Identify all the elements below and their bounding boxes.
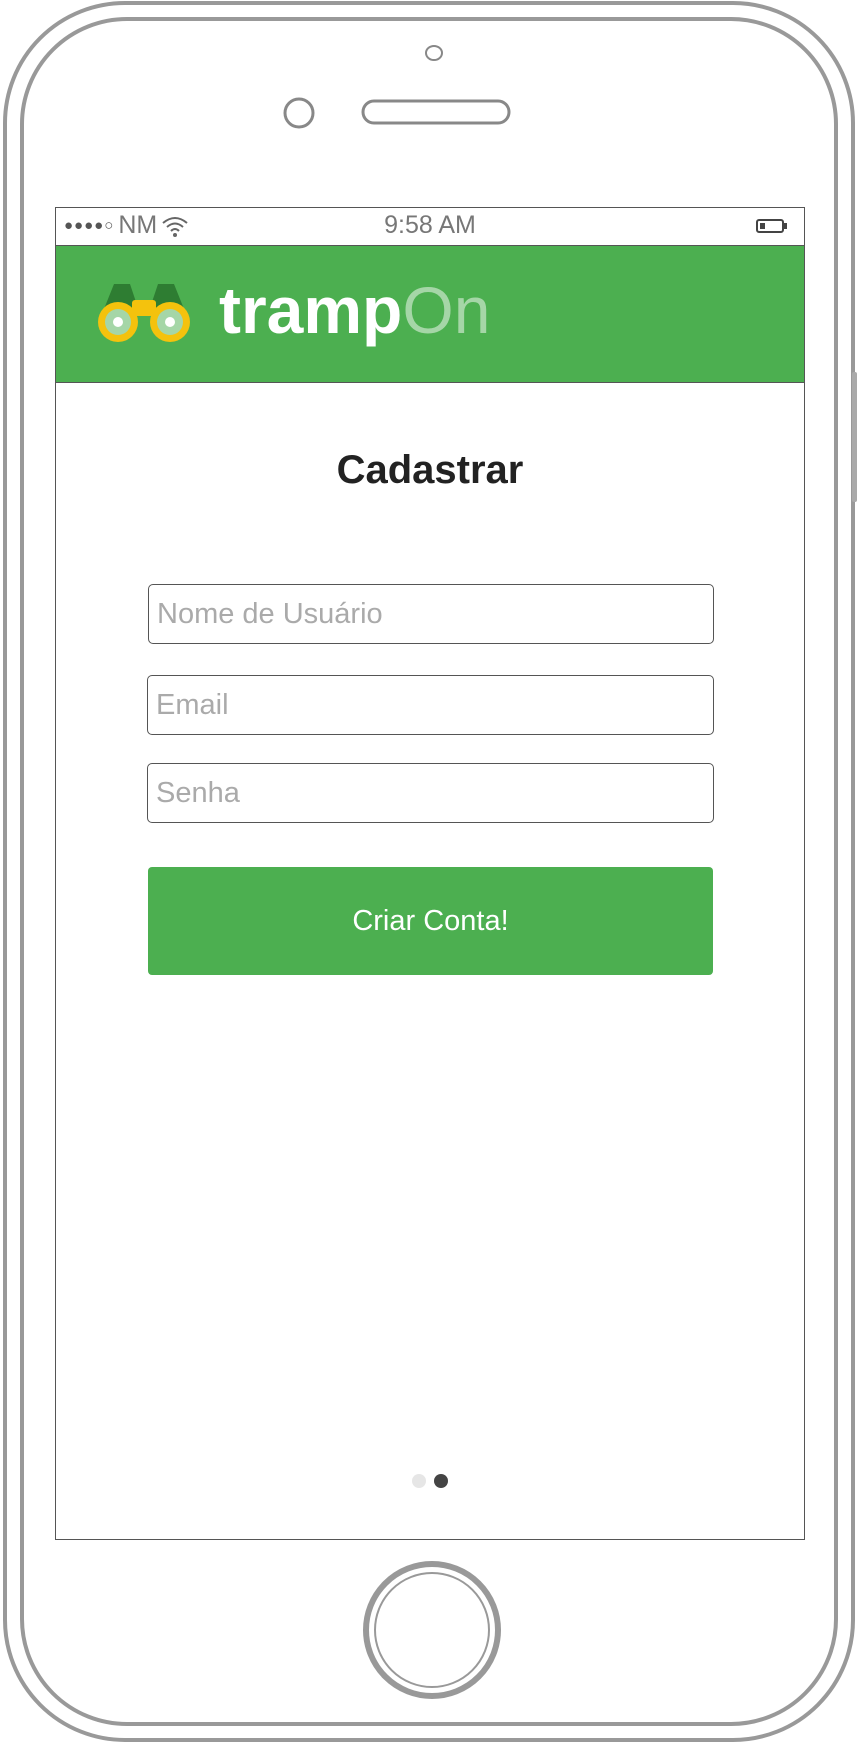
speaker-grille-icon (361, 99, 511, 125)
front-camera-icon (283, 97, 315, 129)
page-title: Cadastrar (336, 448, 524, 492)
battery-icon (756, 219, 787, 233)
page-indicator (56, 1474, 804, 1488)
email-field[interactable] (147, 675, 714, 735)
password-field[interactable] (147, 763, 714, 823)
page-dot-2-active[interactable] (434, 1474, 448, 1488)
phone-screen: ●●●●○ NM 9:58 AM trampOn Cadastrar Nome … (55, 207, 805, 1540)
proximity-sensor-icon (425, 45, 443, 61)
create-account-button[interactable]: Criar Conta! (148, 867, 713, 975)
home-button[interactable] (362, 1560, 502, 1700)
status-time: 9:58 AM (384, 211, 476, 239)
app-header: trampOn (56, 246, 804, 383)
page-dot-1[interactable] (412, 1474, 426, 1488)
binoculars-icon (98, 284, 190, 342)
status-bar: ●●●●○ NM 9:58 AM (56, 208, 804, 246)
app-logo: trampOn (219, 270, 490, 350)
username-field[interactable] (148, 584, 714, 644)
logo-secondary-text: On (402, 273, 491, 347)
logo-primary-text: tramp (219, 273, 403, 347)
